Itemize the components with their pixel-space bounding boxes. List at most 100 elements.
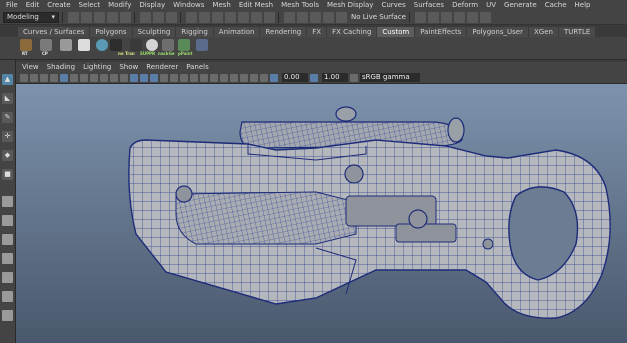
color-management-icon[interactable]	[350, 73, 358, 82]
menu-deform[interactable]: Deform	[452, 0, 478, 10]
wireframe-icon[interactable]	[130, 73, 138, 82]
menu-mesh[interactable]: Mesh	[212, 0, 230, 10]
menu-create[interactable]: Create	[47, 0, 70, 10]
ambient-occlusion-icon[interactable]	[230, 73, 238, 82]
mask-rendering-icon[interactable]	[264, 11, 275, 23]
field-chart-icon[interactable]	[100, 73, 108, 82]
new-scene-icon[interactable]	[68, 11, 79, 23]
shelf-tool-node-icon[interactable]	[162, 39, 174, 51]
tab-painteffects[interactable]: PaintEffects	[415, 27, 467, 37]
viewport-menu-renderer[interactable]: Renderer	[146, 62, 178, 72]
resolution-gate-icon[interactable]	[80, 73, 88, 82]
exposure-icon[interactable]	[270, 73, 278, 82]
tab-turtle[interactable]: TURTLE	[558, 27, 596, 37]
menu-edit-mesh[interactable]: Edit Mesh	[239, 0, 273, 10]
tab-polygons[interactable]: Polygons	[90, 27, 132, 37]
select-object-icon[interactable]	[153, 11, 164, 23]
shelf-tool-cube-icon[interactable]	[130, 39, 142, 51]
snap-view-plane-icon[interactable]	[323, 11, 334, 23]
viewport-menu-view[interactable]: View	[22, 62, 39, 72]
film-gate-icon[interactable]	[70, 73, 78, 82]
viewport-menu-lighting[interactable]: Lighting	[83, 62, 111, 72]
layout-side-icon[interactable]	[2, 234, 13, 245]
open-scene-icon[interactable]	[81, 11, 92, 23]
bookmark-icon[interactable]	[40, 73, 48, 82]
textured-icon[interactable]	[160, 73, 168, 82]
mode-dropdown[interactable]: Modeling ▾	[3, 11, 59, 23]
render-icon[interactable]	[440, 11, 452, 23]
shelf-tool-rt2-icon[interactable]	[110, 39, 122, 51]
save-scene-icon[interactable]	[94, 11, 105, 23]
scale-tool-icon[interactable]: ■	[2, 169, 13, 180]
mask-dynamics-icon[interactable]	[251, 11, 262, 23]
select-camera-icon[interactable]	[20, 73, 28, 82]
viewport-3d[interactable]	[16, 84, 627, 343]
menu-windows[interactable]: Windows	[173, 0, 204, 10]
ipr-render-icon[interactable]	[453, 11, 465, 23]
tab-sculpting[interactable]: Sculpting	[132, 27, 176, 37]
menu-help[interactable]: Help	[575, 0, 591, 10]
image-plane-icon[interactable]	[50, 73, 58, 82]
safe-title-icon[interactable]	[120, 73, 128, 82]
isolate-select-icon[interactable]	[220, 73, 228, 82]
gamma-icon[interactable]	[310, 73, 318, 82]
safe-action-icon[interactable]	[110, 73, 118, 82]
menu-modify[interactable]: Modify	[108, 0, 131, 10]
camera-attributes-icon[interactable]	[30, 73, 38, 82]
snap-grid-icon[interactable]	[284, 11, 295, 23]
menu-surfaces[interactable]: Surfaces	[414, 0, 444, 10]
select-component-icon[interactable]	[166, 11, 177, 23]
mask-joints-icon[interactable]	[199, 11, 210, 23]
motion-blur-icon[interactable]	[240, 73, 248, 82]
mask-surfaces-icon[interactable]	[225, 11, 236, 23]
view-transform-dropdown[interactable]: sRGB gamma	[360, 73, 420, 82]
grid-icon[interactable]	[60, 73, 68, 82]
menu-generate[interactable]: Generate	[504, 0, 537, 10]
shelf-tool-rig-icon[interactable]	[178, 39, 190, 51]
rotate-tool-icon[interactable]: ◆	[2, 150, 13, 161]
menu-cache[interactable]: Cache	[545, 0, 567, 10]
undo-icon[interactable]	[107, 11, 118, 23]
xray-icon[interactable]	[190, 73, 198, 82]
render-settings-icon[interactable]	[466, 11, 478, 23]
menu-edit[interactable]: Edit	[26, 0, 40, 10]
shelf-tool-paint-icon[interactable]	[196, 39, 208, 51]
tab-xgen[interactable]: XGen	[528, 27, 558, 37]
make-live-icon[interactable]	[336, 11, 347, 23]
wireframe-on-shaded-icon[interactable]	[150, 73, 158, 82]
shelf-tool-yinyang-icon[interactable]	[146, 39, 158, 51]
shelf-tool-cp-icon[interactable]	[40, 39, 52, 51]
depth-of-field-icon[interactable]	[260, 73, 268, 82]
hypershade-icon[interactable]	[479, 11, 491, 23]
exposure-field[interactable]: 0.00	[282, 73, 308, 82]
tab-fx[interactable]: FX	[307, 27, 327, 37]
menu-select[interactable]: Select	[79, 0, 101, 10]
history-icon[interactable]	[414, 11, 426, 23]
mask-handles-icon[interactable]	[186, 11, 197, 23]
move-tool-icon[interactable]: ✛	[2, 131, 13, 142]
layout-graph-icon[interactable]	[2, 291, 13, 302]
render-view-icon[interactable]	[427, 11, 439, 23]
tab-animation[interactable]: Animation	[213, 27, 260, 37]
viewport-menu-panels[interactable]: Panels	[186, 62, 209, 72]
menu-file[interactable]: File	[6, 0, 18, 10]
viewport-menu-shading[interactable]: Shading	[47, 62, 75, 72]
mask-curves-icon[interactable]	[212, 11, 223, 23]
select-hierarchy-icon[interactable]	[140, 11, 151, 23]
gamma-field[interactable]: 1.00	[322, 73, 348, 82]
tab-polygons-user[interactable]: Polygons_User	[467, 27, 528, 37]
shelf-tool-mesh-icon[interactable]	[60, 39, 72, 51]
menu-mesh-tools[interactable]: Mesh Tools	[281, 0, 319, 10]
viewport-menu-show[interactable]: Show	[119, 62, 138, 72]
xray-joints-icon[interactable]	[200, 73, 208, 82]
tab-rigging[interactable]: Rigging	[176, 27, 213, 37]
snap-curve-icon[interactable]	[297, 11, 308, 23]
layout-stack-icon[interactable]	[2, 253, 13, 264]
shelf-tool-rt-icon[interactable]	[20, 39, 32, 51]
lasso-tool-icon[interactable]: ◣	[2, 93, 13, 104]
layout-hypershade-icon[interactable]	[2, 310, 13, 321]
layout-single-icon[interactable]	[2, 196, 13, 207]
paint-select-tool-icon[interactable]: ✎	[2, 112, 13, 123]
smooth-shade-icon[interactable]	[140, 73, 148, 82]
shadows-icon[interactable]	[180, 73, 188, 82]
